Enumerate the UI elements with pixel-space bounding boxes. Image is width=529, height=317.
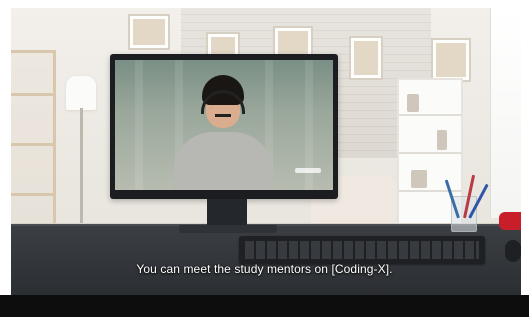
red-object (499, 212, 521, 230)
video-call-screen (115, 60, 333, 190)
wall-picture (431, 38, 471, 82)
monitor (110, 54, 338, 199)
shelf-row (399, 114, 461, 116)
floor-lamp (66, 76, 96, 110)
mentor-body (173, 132, 273, 190)
shelf-row (11, 193, 53, 196)
shelf-decor (411, 170, 427, 188)
video-frame: You can meet the study mentors on [Codin… (0, 0, 529, 317)
video-scene (11, 8, 521, 295)
keyboard (239, 236, 485, 264)
letterbox-bar (0, 295, 529, 317)
name-tag (295, 168, 321, 173)
shelf-row (11, 143, 53, 146)
mouse (505, 240, 521, 262)
wall-picture (128, 14, 170, 50)
shelf-row (399, 152, 461, 154)
wall-picture (349, 36, 383, 80)
subtitle-caption: You can meet the study mentors on [Codin… (136, 262, 393, 276)
shelf-decor (437, 130, 447, 150)
window (490, 8, 521, 218)
lamp-pole (80, 108, 83, 228)
microphone-icon (215, 114, 231, 117)
monitor-base (179, 225, 277, 233)
shelf-decor (407, 94, 419, 112)
shelf-row (11, 93, 53, 96)
